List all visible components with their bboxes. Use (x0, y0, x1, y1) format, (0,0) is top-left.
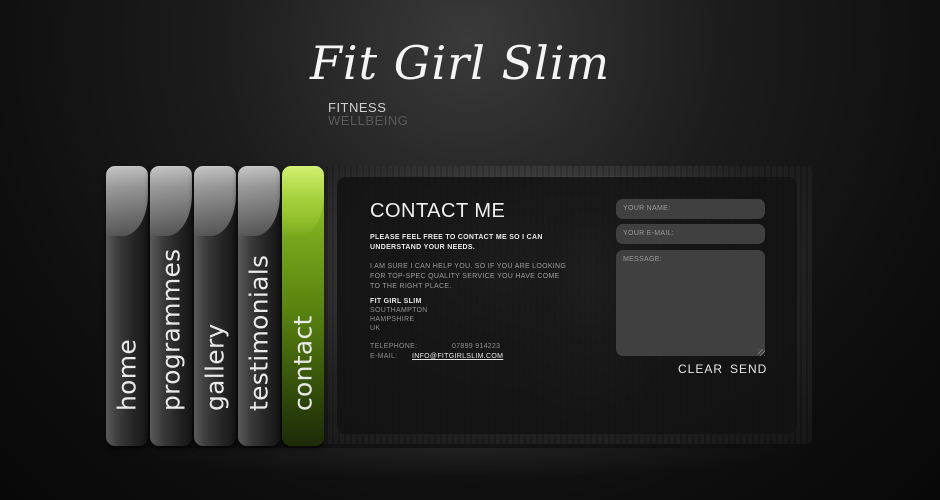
address-line: HAMPSHIRE (370, 316, 415, 323)
clear-button[interactable]: CLEAR (678, 362, 723, 376)
nav-tab-label: contact (288, 315, 318, 411)
message-field[interactable]: MESSAGE: (616, 250, 765, 356)
floor-reflection (100, 448, 820, 478)
nav-tab-label: gallery (200, 323, 230, 411)
nav-tab-testimonials[interactable]: testimonials (238, 166, 280, 446)
page-title: CONTACT ME (370, 200, 506, 222)
email-label: E-MAIL: (370, 353, 398, 360)
email-link[interactable]: INFO@FITGIRLSLIM.COM (412, 353, 503, 360)
email-field[interactable]: YOUR E-MAIL: (616, 224, 765, 244)
nav-tab-label: home (112, 338, 142, 411)
intro-text: PLEASE FEEL FREE TO CONTACT ME SO I CAN … (370, 234, 543, 251)
address-line: SOUTHAMPTON (370, 307, 428, 314)
name-field[interactable]: YOUR NAME: (616, 199, 765, 219)
nav-tab-gallery[interactable]: gallery (194, 166, 236, 446)
body-text: I AM SURE I CAN HELP YOU. SO IF YOU ARE … (370, 263, 567, 290)
nav-tab-label: programmes (156, 248, 186, 411)
site-logo[interactable]: Fit Girl Slim (310, 36, 640, 96)
telephone-value: 07899 914223 (452, 343, 501, 350)
address-block: FIT GIRL SLIM SOUTHAMPTON HAMPSHIRE UK (370, 297, 428, 333)
nav-tab-programmes[interactable]: programmes (150, 166, 192, 446)
tagline-wellbeing: WELLBEING (328, 113, 409, 128)
address-name: FIT GIRL SLIM (370, 298, 422, 305)
textarea-resize-handle[interactable] (758, 349, 765, 356)
address-line: UK (370, 325, 381, 332)
telephone-label: TELEPHONE: (370, 343, 418, 350)
nav-tab-home[interactable]: home (106, 166, 148, 446)
nav-tab-label: testimonials (244, 254, 274, 411)
nav-tab-contact[interactable]: contact (282, 166, 324, 446)
send-button[interactable]: SEND (730, 362, 767, 376)
contact-details: TELEPHONE: 07899 914223 E-MAIL: INFO@FITGI… (370, 342, 503, 362)
